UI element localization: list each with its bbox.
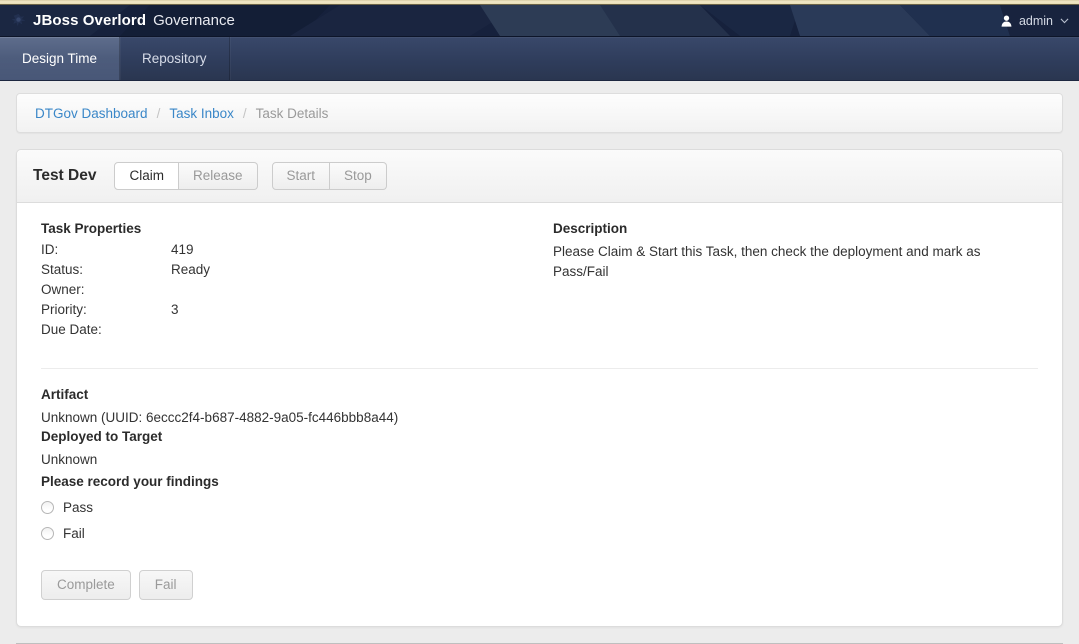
primary-nav: Design Time Repository <box>0 37 1079 81</box>
tab-design-time-label: Design Time <box>22 51 98 66</box>
artifact-heading: Artifact <box>41 387 89 402</box>
deployed-to-target-heading: Deployed to Target <box>41 429 163 444</box>
radio-fail-icon[interactable] <box>41 527 54 540</box>
property-value-priority: 3 <box>171 302 179 317</box>
radio-pass-icon[interactable] <box>41 501 54 514</box>
breadcrumb-item-task-details: Task Details <box>255 105 329 121</box>
jboss-bird-icon <box>11 13 26 27</box>
breadcrumb-separator: / <box>156 105 161 121</box>
property-value-status: Ready <box>171 262 211 277</box>
table-row: ID: 419 <box>41 242 210 262</box>
deployed-to-target-value: Unknown <box>41 452 98 467</box>
description-heading: Description <box>553 221 628 236</box>
property-value-owner <box>171 282 210 302</box>
property-value-due-date <box>171 322 210 342</box>
claim-release-button-group: Claim Release <box>114 162 258 190</box>
panel-header: Test Dev Claim Release Start Stop <box>17 150 1062 203</box>
footer-actions: Complete Fail <box>41 570 1038 600</box>
tab-design-time[interactable]: Design Time <box>0 37 121 80</box>
property-value-id: 419 <box>171 242 194 257</box>
property-label-id: ID: <box>41 242 59 257</box>
artifact-value: Unknown (UUID: 6eccc2f4-b687-4882-9a05-f… <box>41 410 399 425</box>
brand-header: JBoss Overlord Governance admin <box>0 5 1079 37</box>
user-icon <box>1001 15 1012 27</box>
task-properties-heading: Task Properties <box>41 221 142 236</box>
fail-button[interactable]: Fail <box>138 570 193 600</box>
radio-option-fail[interactable]: Fail <box>41 526 1038 541</box>
task-properties-section: Task Properties ID: 419 Status: Ready Ow… <box>41 221 553 342</box>
property-label-priority: Priority: <box>41 302 87 317</box>
brand-name: JBoss Overlord <box>33 12 147 29</box>
breadcrumb: DTGov Dashboard / Task Inbox / Task Deta… <box>16 93 1063 133</box>
claim-button[interactable]: Claim <box>114 162 179 190</box>
task-properties-table: ID: 419 Status: Ready Owner: Priority: 3… <box>41 242 210 342</box>
top-columns: Task Properties ID: 419 Status: Ready Ow… <box>41 221 1038 342</box>
table-row: Due Date: <box>41 322 210 342</box>
breadcrumb-item-task-inbox[interactable]: Task Inbox <box>169 106 234 121</box>
tab-repository-label: Repository <box>142 51 207 66</box>
chevron-down-icon <box>1060 17 1069 23</box>
page-content: DTGov Dashboard / Task Inbox / Task Deta… <box>0 93 1079 627</box>
panel-body: Task Properties ID: 419 Status: Ready Ow… <box>17 203 1062 626</box>
description-text: Please Claim & Start this Task, then che… <box>553 244 981 279</box>
user-name-label: admin <box>1018 13 1053 28</box>
property-label-due-date: Due Date: <box>41 322 102 337</box>
table-row: Owner: <box>41 282 210 302</box>
description-section: Description Please Claim & Start this Ta… <box>553 221 1038 342</box>
stop-button[interactable]: Stop <box>330 162 387 190</box>
findings-heading: Please record your findings <box>41 474 219 489</box>
brand-block: JBoss Overlord Governance <box>0 11 235 30</box>
breadcrumb-separator: / <box>242 105 247 121</box>
radio-option-pass[interactable]: Pass <box>41 500 1038 515</box>
property-label-status: Status: <box>41 262 84 277</box>
table-row: Priority: 3 <box>41 302 210 322</box>
complete-button[interactable]: Complete <box>41 570 131 600</box>
table-row: Status: Ready <box>41 262 210 282</box>
start-button[interactable]: Start <box>271 162 331 190</box>
radio-pass-label: Pass <box>63 500 94 515</box>
section-divider <box>41 368 1038 369</box>
release-button[interactable]: Release <box>178 162 258 190</box>
user-menu[interactable]: admin <box>1001 5 1069 36</box>
page-title: Test Dev <box>33 167 97 184</box>
artifact-section: Artifact Unknown (UUID: 6eccc2f4-b687-48… <box>41 387 1038 467</box>
radio-fail-label: Fail <box>63 526 85 541</box>
start-stop-button-group: Start Stop <box>271 162 387 190</box>
property-label-owner: Owner: <box>41 282 85 297</box>
findings-section: Please record your findings Pass Fail <box>41 474 1038 541</box>
tab-repository[interactable]: Repository <box>120 37 230 80</box>
breadcrumb-item-dtgov-dashboard[interactable]: DTGov Dashboard <box>35 106 148 121</box>
task-details-panel: Test Dev Claim Release Start Stop Task P… <box>16 149 1063 627</box>
product-name: Governance <box>153 12 235 29</box>
